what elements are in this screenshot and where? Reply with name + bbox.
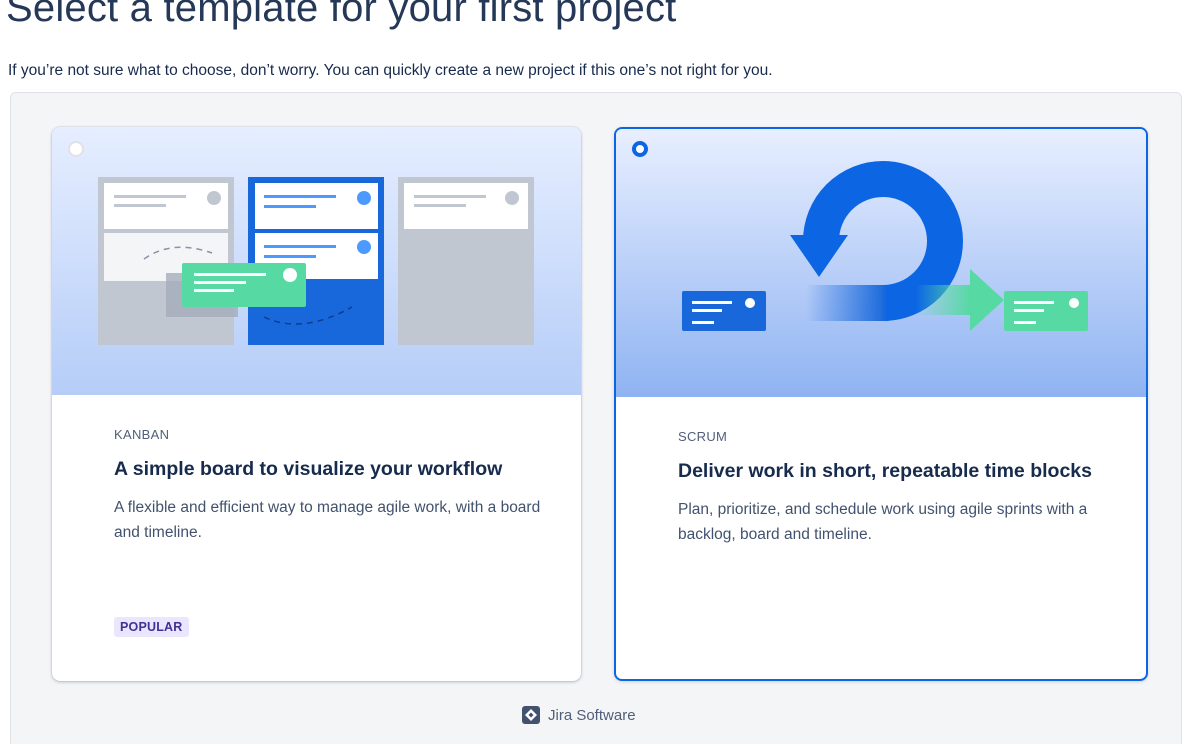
jira-software-brand: Jira Software xyxy=(522,706,636,724)
template-description: A flexible and efficient way to manage a… xyxy=(114,499,541,541)
template-heading: Deliver work in short, repeatable time b… xyxy=(678,460,1092,482)
scrum-radio-button[interactable] xyxy=(632,141,648,157)
scrum-illustration xyxy=(616,129,1146,397)
popular-badge: POPULAR xyxy=(114,617,189,637)
kanban-illustration xyxy=(52,127,581,395)
forward-arrow xyxy=(970,269,1004,331)
template-heading: A simple board to visualize your workflo… xyxy=(114,458,503,480)
page-title: Select a template for your first project xyxy=(6,0,677,30)
page-subtitle: If you’re not sure what to choose, don’t… xyxy=(8,62,773,79)
template-description: Plan, prioritize, and schedule work usin… xyxy=(678,501,1088,543)
template-card-kanban[interactable]: KANBAN A simple board to visualize your … xyxy=(52,127,581,681)
kanban-card-body: KANBAN A simple board to visualize your … xyxy=(114,427,541,545)
loop-arrow-head xyxy=(790,235,848,277)
kanban-board-illustration xyxy=(98,177,534,345)
template-card-scrum[interactable]: SCRUM Deliver work in short, repeatable … xyxy=(614,127,1148,681)
scrum-card-body: SCRUM Deliver work in short, repeatable … xyxy=(678,429,1106,547)
template-type-label: SCRUM xyxy=(678,429,728,444)
template-type-label: KANBAN xyxy=(114,427,170,442)
scrum-sprint-illustration xyxy=(682,161,1088,331)
jira-logo-icon xyxy=(522,706,540,724)
brand-name: Jira Software xyxy=(548,706,636,724)
kanban-radio-button[interactable] xyxy=(68,141,84,157)
